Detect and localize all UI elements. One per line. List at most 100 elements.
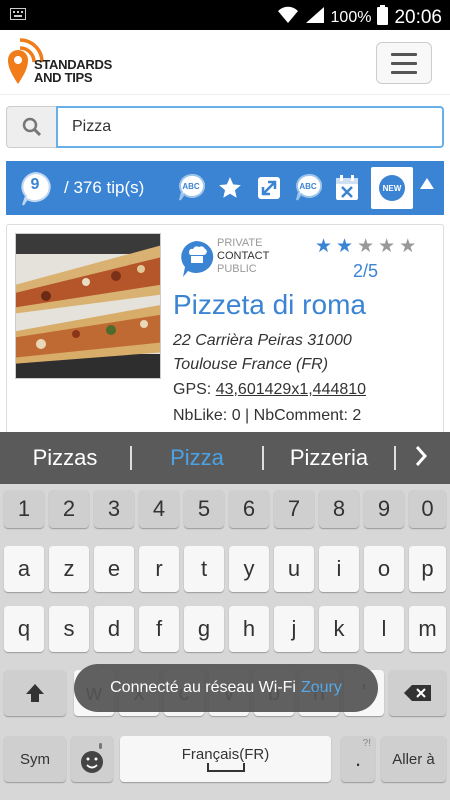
sort-alpha-reverse-button[interactable]: ABC bbox=[293, 166, 323, 210]
sym-key[interactable]: Sym bbox=[4, 736, 66, 782]
key-f[interactable]: f bbox=[139, 606, 179, 652]
space-bar-icon bbox=[206, 762, 245, 772]
key-j[interactable]: j bbox=[274, 606, 314, 652]
results-toolbar: 9 / 376 tip(s) ABC ABC NEW bbox=[6, 161, 444, 215]
suggestion-item[interactable]: Pizzeria bbox=[264, 445, 394, 471]
abc-bubble-icon: ABC bbox=[296, 173, 322, 201]
keyboard-icon bbox=[10, 8, 26, 23]
search-button[interactable] bbox=[6, 106, 56, 148]
key-s[interactable]: s bbox=[49, 606, 89, 652]
key-q[interactable]: q bbox=[4, 606, 44, 652]
new-text: NEW bbox=[383, 184, 402, 193]
key-6[interactable]: 6 bbox=[229, 490, 269, 528]
tip-card[interactable]: PRIVATE CONTACT PUBLIC ★ ★ ★ ★ ★ 2/5 Piz… bbox=[6, 224, 444, 444]
key-7[interactable]: 7 bbox=[274, 490, 314, 528]
tip-address: 22 Carrièra Peiras 31000 Toulouse France… bbox=[173, 329, 352, 377]
key-d[interactable]: d bbox=[94, 606, 134, 652]
key-t[interactable]: t bbox=[184, 546, 224, 592]
logo-line-2: AND TIPS bbox=[34, 70, 93, 85]
keyboard-suggestions: Pizzas Pizza Pizzeria bbox=[0, 432, 450, 484]
key-a[interactable]: a bbox=[4, 546, 44, 592]
key-9[interactable]: 9 bbox=[364, 490, 404, 528]
star-icon: ★ bbox=[399, 236, 417, 257]
key-z[interactable]: z bbox=[49, 546, 89, 592]
key-k[interactable]: k bbox=[319, 606, 359, 652]
key-r[interactable]: r bbox=[139, 546, 179, 592]
backspace-key[interactable] bbox=[389, 670, 446, 716]
visibility-icon bbox=[177, 239, 217, 279]
clock: 20:06 bbox=[394, 6, 442, 28]
visibility-contact: CONTACT bbox=[217, 250, 270, 262]
key-1[interactable]: 1 bbox=[4, 490, 44, 528]
star-icon bbox=[219, 177, 241, 198]
shift-key[interactable] bbox=[4, 670, 66, 716]
tip-title[interactable]: Pizzeta di roma bbox=[173, 289, 366, 321]
result-count-badge: 9 bbox=[18, 171, 56, 206]
key-m[interactable]: m bbox=[409, 606, 446, 652]
key-u[interactable]: u bbox=[274, 546, 314, 592]
more-suggestions-button[interactable] bbox=[396, 445, 446, 472]
key-8[interactable]: 8 bbox=[319, 490, 359, 528]
star-icon: ★ bbox=[378, 236, 396, 257]
search-icon bbox=[22, 117, 41, 137]
key-h[interactable]: h bbox=[229, 606, 269, 652]
key-3[interactable]: 3 bbox=[94, 490, 134, 528]
key-0[interactable]: 0 bbox=[409, 490, 446, 528]
key-o[interactable]: o bbox=[364, 546, 404, 592]
key-e[interactable]: e bbox=[94, 546, 134, 592]
toast-text: Connecté au réseau Wi-Fi bbox=[110, 679, 296, 696]
sort-alpha-button[interactable]: ABC bbox=[176, 166, 206, 210]
key-2[interactable]: 2 bbox=[49, 490, 89, 528]
calendar-icon bbox=[336, 175, 358, 200]
tip-stats: NbLike: 0 | NbComment: 2 bbox=[173, 407, 362, 424]
search-input[interactable] bbox=[56, 106, 444, 148]
tip-photo[interactable] bbox=[15, 233, 161, 379]
star-icon: ★ bbox=[357, 236, 375, 257]
chevron-right-icon bbox=[415, 445, 428, 466]
key-i[interactable]: i bbox=[319, 546, 359, 592]
rating-text: 2/5 bbox=[353, 261, 379, 281]
space-key[interactable]: Français(FR) bbox=[120, 736, 331, 782]
shift-arrow-icon bbox=[26, 684, 44, 702]
new-badge-icon: NEW bbox=[379, 175, 405, 201]
key-4[interactable]: 4 bbox=[139, 490, 179, 528]
hamburger-icon bbox=[391, 52, 417, 56]
period-key[interactable]: ?! . bbox=[341, 736, 375, 782]
menu-button[interactable] bbox=[376, 42, 432, 84]
visibility-options: PRIVATE CONTACT PUBLIC bbox=[217, 237, 269, 276]
toast-network: Zoury bbox=[300, 679, 342, 696]
gps-link[interactable]: 43,601429x1,444810 bbox=[216, 381, 366, 398]
key-p[interactable]: p bbox=[409, 546, 446, 592]
abc-text: ABC bbox=[299, 182, 317, 191]
app-logo[interactable]: STANDARDS AND TIPS bbox=[6, 36, 112, 86]
search-bar bbox=[6, 106, 444, 148]
enter-key[interactable]: Aller à bbox=[381, 736, 446, 782]
sort-rating-button[interactable] bbox=[215, 166, 245, 210]
key-5[interactable]: 5 bbox=[184, 490, 224, 528]
key-l[interactable]: l bbox=[364, 606, 404, 652]
star-icon: ★ bbox=[336, 236, 354, 257]
soft-keyboard: 1 2 3 4 5 6 7 8 9 0 a z e r t y u i o p … bbox=[0, 484, 450, 800]
visibility-private: PRIVATE bbox=[217, 237, 263, 249]
abc-bubble-icon: ABC bbox=[179, 173, 205, 201]
star-icon: ★ bbox=[315, 236, 333, 257]
suggestion-item[interactable]: Pizza bbox=[132, 445, 262, 471]
signal-icon bbox=[305, 6, 325, 29]
address-line-2: Toulouse France (FR) bbox=[173, 356, 329, 373]
key-g[interactable]: g bbox=[184, 606, 224, 652]
star-rating: ★ ★ ★ ★ ★ bbox=[315, 235, 416, 258]
sort-date-button[interactable] bbox=[332, 166, 362, 210]
emoji-key[interactable] bbox=[71, 736, 113, 782]
collapse-arrow-icon[interactable] bbox=[420, 178, 434, 189]
emoji-mic-icon bbox=[81, 743, 103, 773]
status-bar: 100% 20:06 bbox=[0, 0, 450, 30]
battery-percent: 100% bbox=[330, 8, 372, 26]
backspace-icon bbox=[403, 685, 431, 701]
sort-newest-button[interactable]: NEW bbox=[371, 167, 413, 209]
result-count: 9 bbox=[30, 176, 40, 193]
suggestion-item[interactable]: Pizzas bbox=[0, 445, 130, 471]
key-y[interactable]: y bbox=[229, 546, 269, 592]
total-tips: / 376 tip(s) bbox=[64, 178, 145, 197]
sort-distance-button[interactable] bbox=[254, 166, 284, 210]
address-line-1: 22 Carrièra Peiras 31000 bbox=[173, 332, 352, 349]
